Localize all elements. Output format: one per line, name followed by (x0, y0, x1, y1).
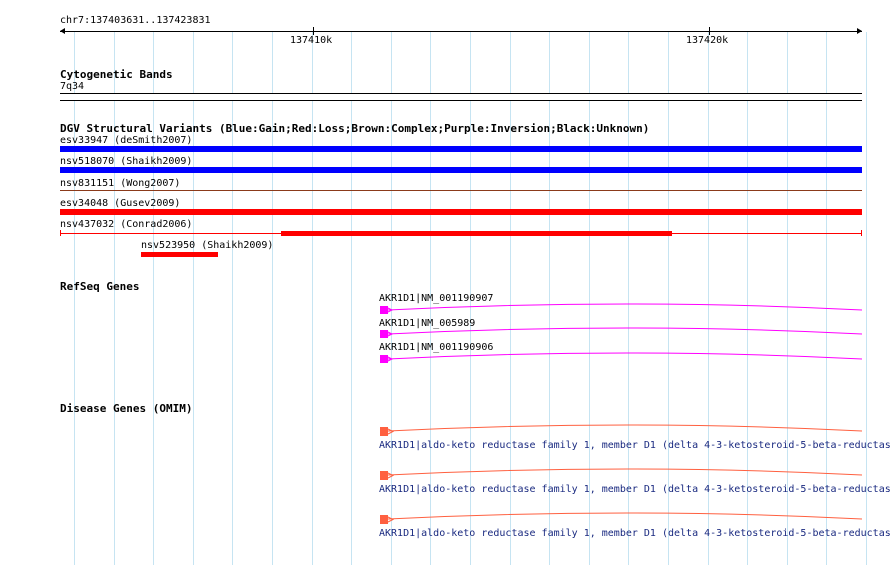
omim-gene-model[interactable] (380, 468, 863, 480)
omim-gene-model[interactable] (380, 512, 863, 524)
genome-browser-panel: chr7:137403631..137423831 137410k 137420… (0, 0, 890, 565)
omim-gene-model[interactable] (380, 424, 863, 436)
omim-gene-label: AKR1D1|aldo-keto reductase family 1, mem… (379, 440, 890, 451)
omim-gene-models[interactable] (0, 0, 890, 565)
omim-gene-label: AKR1D1|aldo-keto reductase family 1, mem… (379, 484, 890, 495)
omim-gene-label: AKR1D1|aldo-keto reductase family 1, mem… (379, 528, 890, 539)
